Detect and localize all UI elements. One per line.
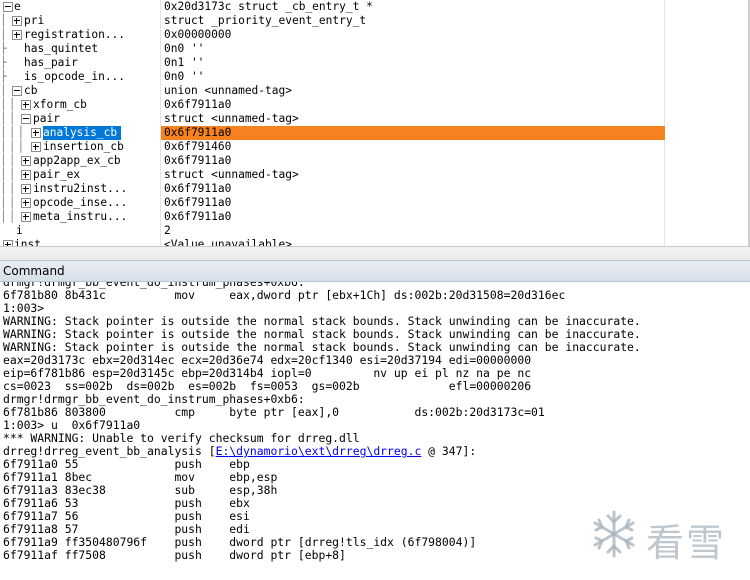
expand-icon[interactable] (21, 156, 31, 166)
tree-row[interactable]: │ pri struct _priority_event_entry_t (0, 14, 665, 28)
tree-row[interactable]: e 0x20d3173c struct _cb_entry_t * (0, 0, 665, 14)
tree-row[interactable]: ├ has_pair 0n1 '' (0, 56, 665, 70)
command-output-line: 6f781b80 8b431c mov eax,dword ptr [ebx+1… (3, 288, 566, 302)
collapse-icon[interactable] (12, 86, 22, 96)
tree-row-name: registration... (24, 28, 126, 41)
tree-row-value: 0x6f7911a0 (164, 210, 232, 223)
tree-row[interactable]: │││ analysis_cb 0x6f7911a0 (0, 126, 665, 140)
expand-icon[interactable] (21, 170, 31, 180)
tree-lines: ││ (0, 196, 18, 209)
tree-lines: │││ (0, 126, 27, 139)
tree-lines: │││ (0, 140, 27, 153)
tree-row-value: struct <unnamed-tag> (164, 168, 299, 181)
tree-row[interactable]: ││ instru2inst... 0x6f7911a0 (0, 182, 665, 196)
expand-icon[interactable] (21, 184, 31, 194)
tree-row-name: cb (24, 84, 38, 97)
tree-row[interactable]: │ cb union <unnamed-tag> (0, 84, 665, 98)
tree-lines: ├ (0, 56, 9, 69)
expand-icon[interactable] (12, 16, 22, 26)
tree-row-value: <Value unavailable> (164, 238, 292, 246)
tree-lines: ││ (0, 98, 18, 111)
tree-row[interactable]: inst <Value unavailable> (0, 238, 665, 246)
tree-row-value: struct _priority_event_entry_t (164, 14, 367, 27)
selected-value-cell (161, 126, 665, 140)
tree-lines: │ (0, 14, 9, 27)
tree-lines: ││ (0, 112, 18, 125)
tree-row-value: 2 (164, 224, 171, 237)
tree-row-value: 0x6f7911a0 (164, 154, 232, 167)
tree-row-name: app2app_ex_cb (33, 154, 121, 167)
tree-row-name: meta_instru... (33, 210, 128, 223)
tree-row[interactable]: ││ opcode_inse... 0x6f7911a0 (0, 196, 665, 210)
command-window-title: Command (0, 260, 750, 282)
command-output-line: 6f7911af ff7508 push dword ptr [ebp+8] (3, 548, 346, 562)
watermark-text: 看雪 (646, 521, 727, 565)
tree-row[interactable]: ││ xform_cb 0x6f7911a0 (0, 98, 665, 112)
tree-row-value: struct <unnamed-tag> (164, 112, 299, 125)
watermark: 看雪 (588, 508, 738, 565)
tree-row[interactable]: i2 (0, 224, 665, 238)
tree-row[interactable]: ││ meta_instru... 0x6f7911a0 (0, 210, 665, 224)
expand-icon[interactable] (21, 198, 31, 208)
tree-row-value: union <unnamed-tag> (164, 84, 292, 97)
tree-row-name: pair_ex (33, 168, 81, 181)
source-file-link[interactable]: E:\dynamorio\ext\drreg\drreg.c (216, 444, 422, 458)
expand-icon[interactable] (31, 142, 41, 152)
collapse-icon[interactable] (3, 2, 13, 12)
expand-icon[interactable] (21, 100, 31, 110)
tree-row[interactable]: │││ insertion_cb 0x6f791460 (0, 140, 665, 154)
tree-lines: │ (0, 84, 9, 97)
tree-row-value: 0x6f7911a0 (164, 98, 232, 111)
tree-row-name: has_quintet (24, 42, 99, 55)
tree-row-name: inst (14, 238, 41, 246)
collapse-icon[interactable] (21, 114, 31, 124)
tree-row-name: e (14, 0, 21, 13)
expand-icon[interactable] (12, 30, 22, 40)
snowflake-icon (593, 510, 635, 558)
tree-row[interactable]: ││ app2app_ex_cb 0x6f7911a0 (0, 154, 665, 168)
tree-row-value: 0n0 '' (164, 42, 205, 55)
tree-row[interactable]: │ registration... 0x00000000 (0, 28, 665, 42)
tree-row-name: i (16, 224, 23, 237)
tree-row-value: 0x20d3173c struct _cb_entry_t * (164, 0, 373, 13)
tree-row-value: 0n1 '' (164, 56, 205, 69)
tree-row-name: instru2inst... (33, 182, 128, 195)
tree-row-name: pri (24, 14, 45, 27)
tree-row-name: xform_cb (33, 98, 87, 111)
tree-row-value: 0n0 '' (164, 70, 205, 83)
tree-lines: ├ (0, 70, 9, 83)
tree-lines: ││ (0, 210, 18, 223)
tree-row-value: 0x6f7911a0 (164, 182, 232, 195)
pane-splitter[interactable] (0, 246, 750, 261)
tree-lines: ││ (0, 168, 18, 181)
tree-row-value: 0x6f7911a0 (164, 126, 232, 139)
tree-row[interactable]: ││ pair struct <unnamed-tag> (0, 112, 665, 126)
tree-row-name: analysis_cb (43, 126, 122, 140)
tree-lines: ├ (0, 42, 9, 55)
locals-tree-pane[interactable]: e 0x20d3173c struct _cb_entry_t * │ pri stru… (0, 0, 750, 246)
tree-row[interactable]: ││ pair_ex struct <unnamed-tag> (0, 168, 665, 182)
tree-lines: │ (0, 28, 9, 41)
tree-row-name: insertion_cb (43, 140, 124, 153)
tree-row-value: 0x6f7911a0 (164, 196, 232, 209)
tree-row-name: is_opcode_in... (24, 70, 126, 83)
tree-row-name: pair (33, 112, 60, 125)
tree-lines: ││ (0, 182, 18, 195)
tree-lines: ││ (0, 154, 18, 167)
tree-row-value: 0x00000000 (164, 28, 232, 41)
tree-row-name: opcode_inse... (33, 196, 128, 209)
command-title-label: Command (3, 264, 65, 278)
tree-row[interactable]: ├ has_quintet 0n0 '' (0, 42, 665, 56)
tree-row-value: 0x6f791460 (164, 140, 232, 153)
expand-icon[interactable] (31, 128, 41, 138)
tree-row-name: has_pair (24, 56, 78, 69)
expand-icon[interactable] (21, 212, 31, 222)
tree-row[interactable]: ├ is_opcode_in... 0n0 '' (0, 70, 665, 84)
